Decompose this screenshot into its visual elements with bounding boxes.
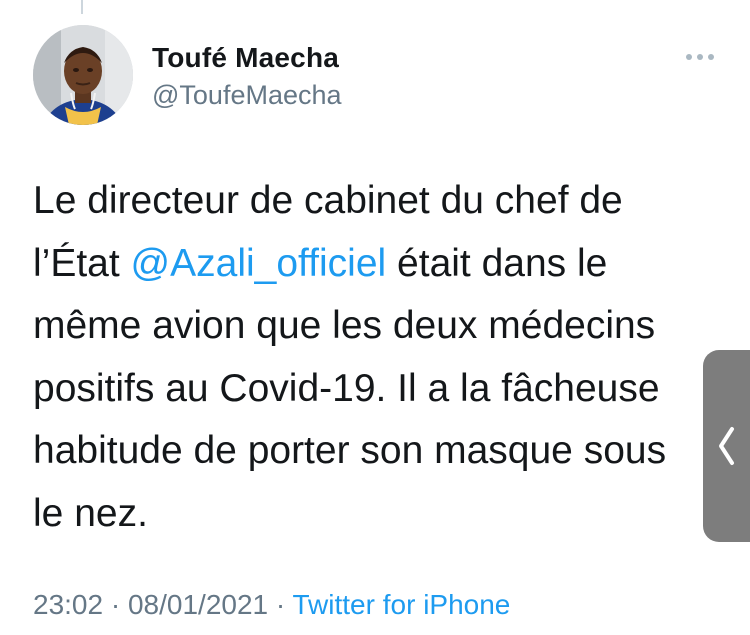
meta-separator: · [275,589,286,620]
tweet-text-line: habitude de porter son masque sous [33,429,667,472]
tweet-text-line: l’État @Azali_officiel était dans le [33,233,750,296]
more-horizontal-icon [686,54,714,60]
tweet-text-line: le nez. [33,491,148,535]
author-handle[interactable]: @ToufeMaecha [152,80,342,111]
tweet-text-line: Le directeur de cabinet du chef de [33,179,623,222]
tweet-text: Le directeur de cabinet du chef de l’Éta… [33,170,750,545]
tweet-text-fragment: l’État [33,241,131,285]
thread-connector-line [81,0,83,14]
more-options-button[interactable] [680,44,720,70]
meta-separator: · [110,589,121,620]
tweet-text-fragment: était dans le [386,241,608,285]
tweet-meta: 23:02 · 08/01/2021 · Twitter for iPhone [33,589,510,621]
chevron-left-icon [719,427,734,465]
avatar[interactable] [33,25,133,125]
mention-link[interactable]: @Azali_officiel [131,242,387,285]
avatar-photo [33,25,133,125]
tweet-source-link[interactable]: Twitter for iPhone [293,589,511,620]
tweet-text-line: même avion que les deux médecins [33,304,656,347]
side-panel-handle[interactable] [703,350,750,542]
tweet-date[interactable]: 08/01/2021 [128,589,268,620]
author-display-name[interactable]: Toufé Maecha [152,42,339,74]
tweet-text-line: positifs au Covid-19. Il a la fâcheuse [33,366,660,410]
tweet-time[interactable]: 23:02 [33,589,103,620]
